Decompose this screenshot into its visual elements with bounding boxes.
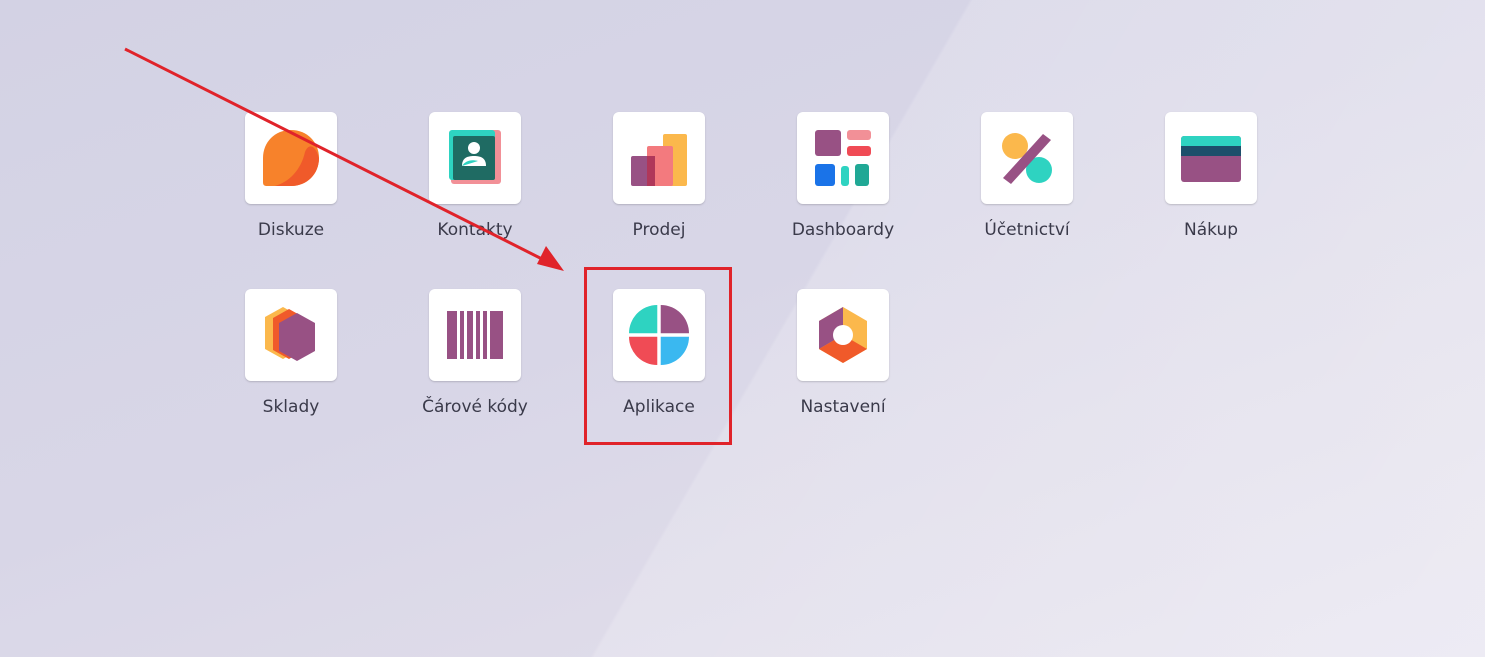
purchase-icon bbox=[1181, 136, 1241, 182]
app-ucetnictvi[interactable]: Účetnictví bbox=[952, 112, 1102, 252]
app-label: Kontakty bbox=[437, 220, 513, 240]
app-label: Čárové kódy bbox=[422, 397, 528, 417]
app-sklady[interactable]: Sklady bbox=[216, 289, 366, 429]
app-tile[interactable] bbox=[429, 112, 521, 204]
app-label: Nákup bbox=[1183, 220, 1239, 240]
app-label: Nastavení bbox=[800, 397, 886, 417]
sales-icon bbox=[631, 134, 687, 186]
barcode-icon bbox=[447, 311, 503, 359]
app-label: Sklady bbox=[262, 397, 320, 417]
inventory-icon bbox=[265, 307, 315, 361]
dashboards-icon bbox=[815, 130, 871, 186]
accounting-icon bbox=[1002, 133, 1052, 184]
app-carove-kody[interactable]: Čárové kódy bbox=[400, 289, 550, 429]
app-nastaveni[interactable]: Nastavení bbox=[768, 289, 918, 429]
discuss-icon bbox=[263, 130, 319, 186]
app-tile[interactable] bbox=[613, 112, 705, 204]
app-diskuze[interactable]: Diskuze bbox=[216, 112, 366, 252]
app-tile[interactable] bbox=[797, 289, 889, 381]
app-tile[interactable] bbox=[245, 289, 337, 381]
app-label: Prodej bbox=[632, 220, 686, 240]
app-tile[interactable] bbox=[981, 112, 1073, 204]
app-tile[interactable] bbox=[429, 289, 521, 381]
app-label: Diskuze bbox=[257, 220, 325, 240]
app-tile[interactable] bbox=[797, 112, 889, 204]
app-label: Účetnictví bbox=[984, 220, 1070, 240]
app-tile[interactable] bbox=[1165, 112, 1257, 204]
settings-icon bbox=[819, 307, 867, 363]
app-label: Dashboardy bbox=[791, 220, 895, 240]
app-tile[interactable] bbox=[245, 112, 337, 204]
annotation-highlight-box bbox=[584, 267, 732, 445]
app-nakup[interactable]: Nákup bbox=[1136, 112, 1286, 252]
app-prodej[interactable]: Prodej bbox=[584, 112, 734, 252]
app-dashboardy[interactable]: Dashboardy bbox=[768, 112, 918, 252]
contacts-icon bbox=[449, 130, 501, 184]
app-kontakty[interactable]: Kontakty bbox=[400, 112, 550, 252]
